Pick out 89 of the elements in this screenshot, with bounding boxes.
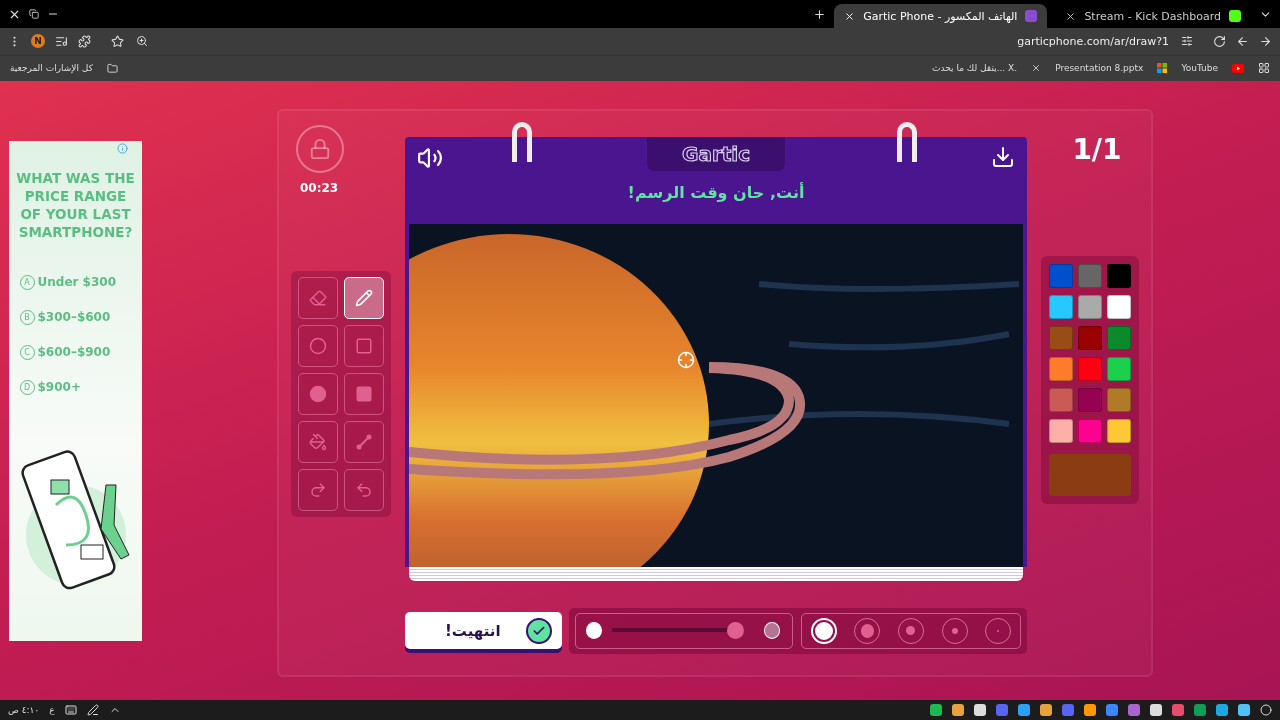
folder-icon xyxy=(106,62,118,74)
option-text: $600–$900 xyxy=(37,345,111,360)
download-button[interactable] xyxy=(991,144,1015,169)
forward-icon[interactable] xyxy=(1259,35,1272,48)
pencil-icon xyxy=(355,288,373,307)
taskbar-app-icon[interactable] xyxy=(1238,704,1250,717)
paint-bucket-icon xyxy=(309,432,327,451)
binder-ring xyxy=(897,121,917,162)
color-swatch[interactable] xyxy=(1107,325,1131,350)
favicon-icon xyxy=(1025,10,1038,22)
color-swatch[interactable] xyxy=(1049,263,1073,288)
color-swatch[interactable] xyxy=(1078,294,1102,319)
color-swatch[interactable] xyxy=(1078,356,1102,381)
bookmark[interactable]: YouTube xyxy=(1181,63,1218,74)
taskbar-app-icon[interactable] xyxy=(1150,704,1162,717)
taskbar-app-icon[interactable] xyxy=(1216,704,1228,717)
color-swatch[interactable] xyxy=(1078,418,1102,443)
taskbar-app-icon[interactable] xyxy=(1018,704,1030,717)
taskbar-app-icon[interactable] xyxy=(952,704,964,717)
eraser-icon xyxy=(309,288,327,307)
color-swatch[interactable] xyxy=(1078,325,1102,350)
site-settings-icon xyxy=(1181,35,1193,48)
opacity-min-dot xyxy=(586,622,603,640)
bookmark[interactable]: Presentation 8.pptx xyxy=(1055,63,1144,74)
restore-icon[interactable] xyxy=(29,9,39,19)
taskbar-app-icon[interactable] xyxy=(1040,704,1052,717)
color-swatch[interactable] xyxy=(1107,356,1131,381)
taskbar-app-icon[interactable] xyxy=(974,704,986,717)
clock: ٤:١٠ ص xyxy=(8,705,40,716)
color-swatch[interactable] xyxy=(1107,263,1131,288)
reload-icon[interactable] xyxy=(1213,35,1226,48)
color-swatch[interactable] xyxy=(1107,294,1131,319)
redo-icon xyxy=(309,480,327,499)
done-button[interactable]: انتهيت! xyxy=(405,612,562,650)
favicon-icon xyxy=(1229,10,1241,22)
back-icon[interactable] xyxy=(1236,35,1249,48)
close-icon xyxy=(844,10,856,22)
prompt-text: أنت, حان وقت الرسم! xyxy=(627,182,805,202)
line-icon xyxy=(355,432,373,451)
pen-icon[interactable] xyxy=(86,704,99,717)
crosshair-icon xyxy=(677,350,695,369)
lock-icon xyxy=(309,137,331,160)
star-icon xyxy=(111,35,124,48)
profile-avatar[interactable]: N xyxy=(31,34,45,49)
color-swatch[interactable] xyxy=(1049,387,1073,412)
round-counter: 1/1 xyxy=(1072,132,1122,166)
bookmark[interactable]: يتقل لك ما يحدث... X. xyxy=(932,63,1018,74)
language-indicator[interactable]: ع xyxy=(49,705,55,716)
taskbar-app-icon[interactable] xyxy=(930,704,942,717)
color-swatch[interactable] xyxy=(1049,294,1073,319)
option-text: $300–$600 xyxy=(37,310,111,325)
option-text: Under $300 xyxy=(37,275,116,290)
planet-drawing[interactable] xyxy=(409,223,1023,567)
color-swatch[interactable] xyxy=(1049,325,1073,350)
media-icon[interactable] xyxy=(55,35,68,48)
color-swatch[interactable] xyxy=(1078,387,1102,412)
apps-icon[interactable] xyxy=(1258,62,1270,75)
taskbar-app-icon[interactable] xyxy=(1084,704,1096,717)
youtube-logo-icon xyxy=(1232,63,1244,73)
filled-square-icon xyxy=(355,384,373,403)
color-swatch[interactable] xyxy=(1107,387,1131,412)
zoom-icon xyxy=(136,35,148,48)
color-swatch[interactable] xyxy=(1049,356,1073,381)
browser-tab[interactable]: Stream - Kick Dashboard xyxy=(1055,4,1251,28)
undo-icon xyxy=(355,480,373,499)
logo: Gartic xyxy=(681,141,750,166)
x-logo-icon xyxy=(1031,63,1042,74)
filled-circle-icon xyxy=(309,384,327,403)
bookmarks-folder[interactable]: كل الإشارات المرجعية xyxy=(10,63,93,74)
extensions-icon[interactable] xyxy=(78,35,91,48)
check-badge-icon xyxy=(526,617,552,644)
square-outline-icon xyxy=(355,336,373,355)
color-swatch[interactable] xyxy=(1078,263,1102,288)
ad-question: WHAT WAS THE PRICE RANGE OF YOUR LAST SMARTPHONE? xyxy=(15,168,136,241)
option-text: $900+ xyxy=(37,380,81,395)
slider-thumb[interactable] xyxy=(726,622,744,640)
keyboard-icon[interactable] xyxy=(64,704,77,717)
color-preview-dot xyxy=(763,622,780,640)
close-icon xyxy=(1065,10,1077,22)
new-tab-icon[interactable] xyxy=(813,7,827,21)
color-swatch[interactable] xyxy=(1049,418,1073,443)
browser-tab[interactable]: Gartic Phone - الهاتف المكسور xyxy=(834,4,1048,28)
office-logo-icon xyxy=(1157,63,1168,74)
circle-outline-icon xyxy=(309,336,327,355)
binder-ring xyxy=(512,121,532,162)
timer: 00:23 xyxy=(300,180,339,195)
info-icon xyxy=(117,142,128,154)
address-field[interactable]: garticphone.com/ar/draw?1 xyxy=(101,30,1203,53)
color-swatch[interactable] xyxy=(1107,418,1131,443)
